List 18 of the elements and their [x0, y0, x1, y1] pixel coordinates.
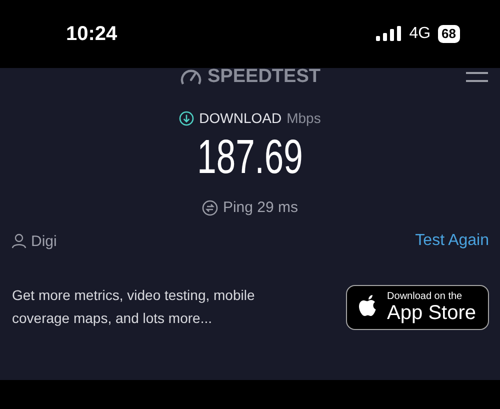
menu-icon[interactable] — [466, 72, 488, 84]
network-type: 4G — [409, 25, 431, 43]
status-time: 10:24 — [66, 22, 118, 46]
provider-name: Digi — [31, 232, 57, 250]
person-icon — [11, 233, 27, 249]
app-store-button[interactable]: Download on the App Store — [346, 284, 489, 330]
unit-label: Mbps — [286, 110, 321, 126]
promo-text: Get more metrics, video testing, mobile coverage maps, and lots more... — [12, 286, 256, 328]
download-icon — [179, 110, 194, 126]
test-again-link[interactable]: Test Again — [415, 232, 489, 250]
download-speed: 187.69 — [196, 130, 304, 186]
gauge-icon — [180, 68, 202, 86]
download-label: DOWNLOAD — [199, 110, 282, 126]
app-logo: SPEEDTEST — [208, 66, 320, 88]
signal-icon — [376, 26, 402, 42]
ping-value: Ping 29 ms — [222, 199, 298, 216]
ping-icon — [202, 200, 218, 216]
battery-indicator: 68 — [438, 25, 460, 43]
